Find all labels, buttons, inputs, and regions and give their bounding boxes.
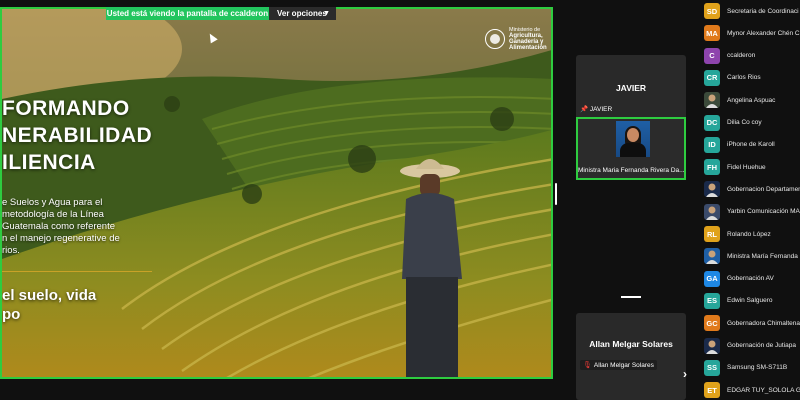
participant-list-name: EDGAR TUY_SOLOLA GOB bbox=[727, 386, 800, 394]
video-participant-name: Ministra Maria Fernanda Rivera Da... bbox=[578, 167, 685, 174]
participant-list-name: Carlos Rios bbox=[727, 74, 761, 82]
chevron-down-icon: ▼ bbox=[323, 10, 330, 17]
ministry-name: Ministerio de Agricultura, Ganadería y A… bbox=[509, 27, 547, 51]
participant-list-name: Secretaria de Coordinaci bbox=[727, 7, 799, 15]
panel-resize-handle[interactable] bbox=[555, 183, 557, 205]
participant-list-name: Gobernación AV bbox=[727, 275, 774, 283]
participant-name: JAVIER bbox=[615, 83, 647, 93]
slide-title: FORMANDO NERABILIDAD ILIENCIA bbox=[2, 97, 153, 174]
participant-list-name: iPhone de Karoll bbox=[727, 141, 775, 149]
participant-list-item[interactable]: Ministra María Fernanda R bbox=[704, 248, 800, 265]
avatar: GC bbox=[704, 315, 720, 332]
avatar-photo bbox=[704, 203, 720, 220]
participant-list-item[interactable]: ET EDGAR TUY_SOLOLA GOB bbox=[704, 382, 800, 399]
participant-list-item[interactable]: GC Gobernadora Chimaltenan bbox=[704, 315, 800, 332]
avatar: CR bbox=[704, 69, 720, 86]
chevron-right-icon[interactable]: › bbox=[683, 367, 687, 381]
participant-list-name: Yarbin Comunicación MAG bbox=[727, 208, 800, 216]
avatar: ID bbox=[704, 136, 720, 153]
participant-list-name: ccalderon bbox=[727, 52, 756, 60]
participant-list-name: Mynor Alexander Chén Cu bbox=[727, 29, 800, 37]
avatar-photo bbox=[704, 181, 720, 198]
participant-list-name: Dilia Co coy bbox=[727, 119, 762, 126]
avatar: FH bbox=[704, 159, 720, 176]
participant-list-item[interactable]: MA Mynor Alexander Chén Cu bbox=[704, 25, 800, 42]
pinned-label: 📌 JAVIER bbox=[580, 106, 613, 113]
participant-list-item[interactable]: Cccalderon bbox=[704, 47, 800, 64]
ministry-logo: Ministerio de Agricultura, Ganadería y A… bbox=[485, 27, 551, 51]
participant-tile-allan[interactable]: Allan Melgar Solares 🎙 Allan Melgar Sola… bbox=[576, 313, 686, 400]
participant-list-name: Fidel Huehue bbox=[727, 163, 766, 171]
participant-list-item[interactable]: RL Rolando López bbox=[704, 226, 800, 242]
participant-list-name: Samsung SM-S711B bbox=[727, 364, 788, 372]
avatar: MA bbox=[704, 25, 720, 42]
avatar: GA bbox=[704, 270, 720, 287]
avatar: DC bbox=[704, 114, 720, 131]
avatar: SS bbox=[704, 359, 720, 376]
slide-body-text: e Suelos y Agua para el metodología de l… bbox=[2, 197, 120, 256]
participant-list-item[interactable]: FH Fidel Huehue bbox=[704, 159, 800, 176]
participant-list-name: Ministra María Fernanda R bbox=[727, 252, 800, 260]
participant-list-name: Gobernadora Chimaltenan bbox=[727, 319, 800, 327]
participant-list-name: Rolando López bbox=[727, 230, 771, 238]
muted-label: 🎙 Allan Melgar Solares bbox=[580, 360, 657, 370]
participant-list-item[interactable]: ES Edwin Salguero bbox=[704, 292, 800, 309]
avatar: ES bbox=[704, 292, 720, 309]
gallery-divider bbox=[621, 296, 641, 298]
avatar-photo bbox=[704, 92, 720, 109]
slide-divider bbox=[2, 271, 152, 272]
mic-muted-icon: 🎙 bbox=[583, 362, 592, 369]
avatar-photo bbox=[704, 248, 720, 265]
meeting-window: Ministerio de Agricultura, Ganadería y A… bbox=[0, 0, 800, 400]
avatar-photo bbox=[704, 337, 720, 354]
ministry-seal-icon bbox=[485, 29, 505, 49]
participant-list-name: Edwin Salguero bbox=[727, 297, 773, 305]
participant-list-item[interactable]: Angelina Aspuac bbox=[704, 92, 800, 109]
avatar: C bbox=[704, 47, 720, 64]
view-options-button[interactable]: Ver opciones ▼ bbox=[269, 7, 336, 20]
participant-list-item[interactable]: SD Secretaria de Coordinaci bbox=[704, 3, 800, 19]
participant-list-name: Angelina Aspuac bbox=[727, 96, 776, 104]
participant-list-name: Gobernación de Jutiapa bbox=[727, 342, 797, 349]
avatar: RL bbox=[704, 226, 720, 242]
screen-share-banner: Usted está viendo la pantalla de ccalder… bbox=[106, 7, 269, 20]
avatar: SD bbox=[704, 3, 720, 19]
participant-list-item[interactable]: Yarbin Comunicación MAG bbox=[704, 203, 800, 220]
participant-list-item[interactable]: Gobernación de Jutiapa bbox=[704, 337, 800, 354]
participant-list-name: Gobernacion Departamen bbox=[727, 185, 800, 193]
participant-list: SD Secretaria de Coordinaci MA Mynor Alexan… bbox=[698, 0, 800, 400]
participant-face bbox=[627, 128, 639, 142]
participant-video-tile[interactable]: Ministra Maria Fernanda Rivera Da... bbox=[576, 117, 686, 180]
participant-list-item[interactable]: Gobernacion Departamen bbox=[704, 181, 800, 198]
participant-list-item[interactable]: SS Samsung SM-S711B bbox=[704, 359, 800, 376]
participant-list-item[interactable]: CR Carlos Rios bbox=[704, 69, 800, 86]
avatar: ET bbox=[704, 382, 720, 399]
participant-list-item[interactable]: DC Dilia Co coy bbox=[704, 114, 800, 131]
participant-name: Allan Melgar Solares bbox=[589, 339, 673, 349]
participant-list-item[interactable]: GA Gobernación AV bbox=[704, 270, 800, 287]
shared-screen[interactable]: Ministerio de Agricultura, Ganadería y A… bbox=[0, 7, 553, 379]
pin-icon: 📌 bbox=[580, 106, 589, 113]
slide-slogan: el suelo, vida po bbox=[2, 287, 97, 323]
participant-list-item[interactable]: ID iPhone de Karoll bbox=[704, 136, 800, 153]
